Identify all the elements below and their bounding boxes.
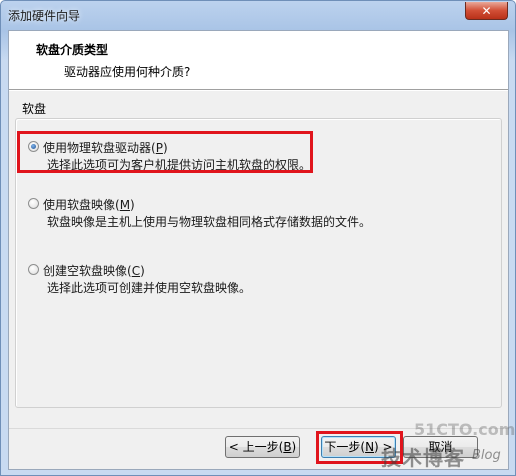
close-button[interactable]: ✕ [465, 2, 508, 20]
annotation-highlight-option [17, 131, 313, 173]
option-label[interactable]: 使用软盘映像(M) [43, 196, 135, 213]
cancel-button[interactable]: 取消 [403, 436, 478, 458]
option-description: 选择此选项可创建并使用空软盘映像。 [47, 281, 252, 295]
footer-divider [9, 428, 508, 429]
groupbox-label: 软盘 [20, 100, 49, 117]
window-title: 添加硬件向导 [8, 9, 81, 23]
option-label[interactable]: 创建空软盘映像(C) [43, 262, 145, 279]
wizard-window: 添加硬件向导 ✕ 软盘介质类型 驱动器应使用何种介质? 软盘 使用物理软盘驱动器… [0, 0, 516, 476]
header-divider [9, 90, 508, 91]
page-title: 软盘介质类型 [36, 43, 109, 57]
wizard-client-area: 软盘介质类型 驱动器应使用何种介质? 软盘 使用物理软盘驱动器(P) 选择此选项… [8, 30, 515, 470]
title-bar[interactable]: 添加硬件向导 ✕ [1, 1, 515, 29]
page-subtitle: 驱动器应使用何种介质? [64, 65, 191, 79]
radio-create-empty-image[interactable] [28, 264, 39, 275]
option-description: 软盘映像是主机上使用与物理软盘相同格式存储数据的文件。 [47, 215, 372, 229]
annotation-highlight-next [316, 431, 403, 464]
back-button[interactable]: < 上一步(B) [225, 436, 300, 458]
radio-floppy-image[interactable] [28, 198, 39, 209]
wizard-header: 软盘介质类型 驱动器应使用何种介质? [9, 31, 508, 90]
